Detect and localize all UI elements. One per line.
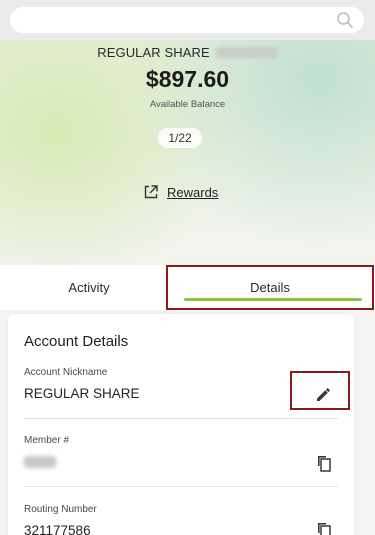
account-name-label: REGULAR SHARE xyxy=(97,45,210,60)
search-icon[interactable] xyxy=(336,11,354,29)
account-details-card: Account Details Account Nickname REGULAR… xyxy=(8,314,354,535)
rewards-link[interactable]: Rewards xyxy=(143,183,218,201)
pencil-icon[interactable] xyxy=(314,384,334,404)
tab-details[interactable]: Details xyxy=(166,265,374,310)
balance-label: Available Balance xyxy=(149,99,226,110)
nickname-value: REGULAR SHARE xyxy=(24,386,140,401)
copy-icon[interactable] xyxy=(314,453,334,473)
account-tabs: Activity Details xyxy=(0,265,375,310)
divider xyxy=(24,418,338,419)
routing-number-label: Routing Number xyxy=(24,504,97,515)
active-tab-indicator xyxy=(184,298,362,301)
member-number-label: Member # xyxy=(24,435,70,446)
account-pager: 1/22 xyxy=(158,128,202,148)
account-name: REGULAR SHARE xyxy=(0,45,375,60)
rewards-label: Rewards xyxy=(167,184,219,200)
masked-account-number xyxy=(215,47,278,58)
tab-activity-label: Activity xyxy=(68,280,110,295)
masked-member-number xyxy=(24,456,56,468)
nickname-label: Account Nickname xyxy=(24,367,108,378)
account-balance: $897.60 xyxy=(145,66,230,92)
external-link-icon xyxy=(144,185,158,199)
routing-number-value: 321177586 xyxy=(24,523,91,535)
divider xyxy=(24,486,338,487)
tab-activity[interactable]: Activity xyxy=(0,265,178,310)
search-input[interactable] xyxy=(10,7,364,33)
search-bar xyxy=(0,0,375,40)
card-title: Account Details xyxy=(24,333,129,350)
copy-icon[interactable] xyxy=(314,520,334,535)
tab-details-label: Details xyxy=(250,280,290,295)
